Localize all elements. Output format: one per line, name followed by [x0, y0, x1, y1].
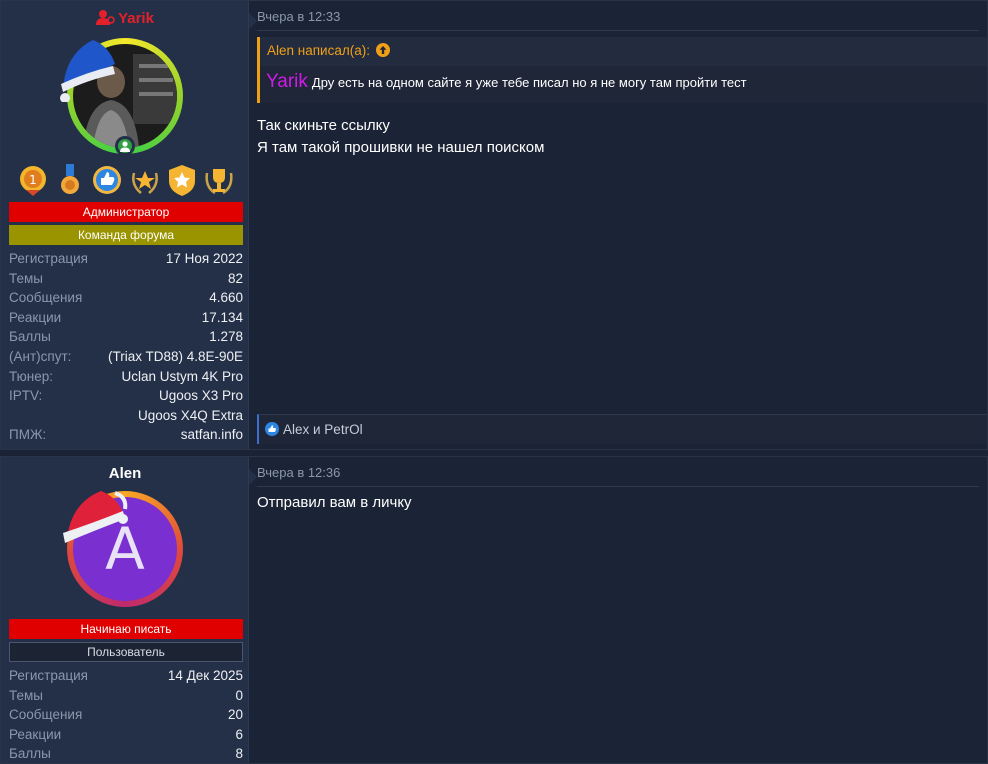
online-status-icon	[115, 136, 135, 156]
username-alen[interactable]: Alen	[1, 465, 249, 482]
reactions-users[interactable]: Alex и PetrOl	[283, 422, 363, 437]
post-timestamp[interactable]: Вчера в 12:36	[257, 465, 340, 480]
star-shield-icon[interactable]	[166, 163, 198, 197]
stat-row: Реакции 6	[9, 726, 243, 742]
message-body: Отправил вам в личку	[257, 492, 412, 514]
reactions-bar[interactable]: Alex и PetrOl	[257, 414, 987, 444]
role-banner-admin: Администратор	[9, 202, 243, 222]
star-laurel-icon[interactable]	[129, 163, 161, 197]
stat-row: Темы 82	[9, 270, 243, 286]
stat-row: (Ант)спут: (Triax TD88) 4.8E-90E	[9, 348, 243, 364]
like-icon	[265, 422, 279, 436]
quote-username: Yarik	[266, 71, 308, 92]
stat-row: Сообщения 20	[9, 707, 243, 723]
stat-row: Баллы 8	[9, 746, 243, 762]
username-yarik[interactable]: Yarik	[1, 9, 249, 27]
stat-row: Регистрация 14 Дек 2025	[9, 668, 243, 683]
user-panel: Yarik 1 Администратор Команда форума Рег…	[1, 1, 257, 449]
post-alen: Alen A Начинаю писать Пользователь Регис…	[0, 456, 988, 764]
divider	[257, 486, 979, 487]
user-icon	[96, 10, 115, 25]
trophy-icon[interactable]	[203, 163, 235, 197]
svg-text:1: 1	[29, 173, 37, 187]
medal-1-icon[interactable]: 1	[17, 163, 49, 197]
user-panel: Alen A Начинаю писать Пользователь Регис…	[1, 457, 257, 764]
medal-ribbon-icon[interactable]	[54, 163, 86, 197]
role-banner-team: Команда форума	[9, 225, 243, 245]
website-link[interactable]: satfan.info	[181, 425, 243, 445]
divider	[257, 30, 979, 31]
stat-row: Тюнер: Uclan Ustym 4K Pro	[9, 368, 243, 384]
role-banner-newbie: Начинаю писать	[9, 619, 243, 639]
message-area: Вчера в 12:33 Alen написал(а): Yarik Дру …	[249, 1, 987, 449]
user-stats: Регистрация 14 Дек 2025 Темы 0 Сообщения 20…	[9, 666, 243, 764]
stat-row: Темы 0	[9, 687, 243, 703]
post-yarik: Yarik 1 Администратор Команда форума Рег…	[0, 0, 988, 450]
quote-header[interactable]: Alen написал(а):	[260, 37, 987, 66]
role-banner-user: Пользователь	[9, 642, 243, 662]
thumbs-up-badge-icon[interactable]	[91, 163, 123, 197]
stat-row: IPTV: Ugoos X3 Pro	[9, 388, 243, 404]
message-line: Отправил вам в личку	[257, 494, 412, 511]
santa-hat-icon	[60, 40, 115, 102]
stat-row: Ugoos X4Q Extra	[137, 407, 243, 423]
user-stats: Регистрация 17 Ноя 2022 Темы 82 Сообщения 4…	[9, 249, 243, 445]
stat-row: ПМЖ: satfan.info	[9, 425, 243, 445]
message-line: Я там такой прошивки не нашел поиском	[257, 139, 545, 156]
avatar[interactable]: A	[63, 491, 183, 607]
post-timestamp[interactable]: Вчера в 12:33	[257, 9, 340, 24]
message-body: Так скиньте ссылку Я там такой прошивки …	[257, 115, 544, 159]
stat-row: Сообщения 4.660	[9, 290, 243, 306]
awards-row: 1	[17, 163, 235, 197]
stat-row: Баллы 1.278	[9, 329, 243, 345]
stat-row: Реакции 17.134	[9, 309, 243, 325]
avatar[interactable]	[60, 38, 183, 156]
stat-row: Регистрация 17 Ноя 2022	[9, 251, 243, 266]
arrow-up-circle-icon[interactable]	[375, 43, 390, 57]
santa-hat-icon	[63, 491, 128, 543]
message-line: Так скиньте ссылку	[257, 117, 390, 134]
message-area: Вчера в 12:36 Отправил вам в личку	[249, 457, 987, 763]
quote-body: Yarik Дру есть на одном сайте я уже тебе …	[266, 71, 747, 92]
quote-block: Alen написал(а): Yarik Дру есть на одном …	[257, 37, 987, 103]
